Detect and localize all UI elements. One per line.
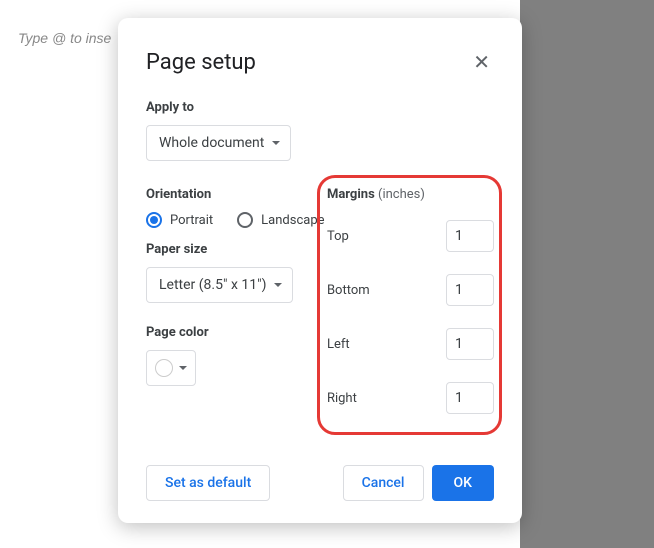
orientation-label: Orientation (146, 187, 327, 202)
page-color-label: Page color (146, 325, 327, 340)
chevron-down-icon (274, 283, 282, 287)
paper-size-dropdown[interactable]: Letter (8.5" x 11") (146, 267, 293, 303)
close-icon[interactable]: ✕ (469, 48, 494, 76)
landscape-label: Landscape (261, 213, 324, 228)
color-swatch-icon (155, 359, 173, 377)
dialog-title: Page setup (146, 50, 256, 75)
portrait-label: Portrait (170, 213, 213, 228)
paper-size-value: Letter (8.5" x 11") (159, 277, 266, 293)
margin-right-label: Right (327, 391, 357, 406)
dialog-header: Page setup ✕ (118, 18, 522, 84)
portrait-radio[interactable]: Portrait (146, 212, 213, 228)
cancel-button[interactable]: Cancel (343, 465, 424, 501)
margin-left-label: Left (327, 337, 350, 352)
chevron-down-icon (179, 366, 187, 370)
radio-icon (146, 212, 162, 228)
apply-to-dropdown[interactable]: Whole document (146, 125, 291, 161)
page-setup-dialog: Page setup ✕ Apply to Whole document Ori… (118, 18, 522, 523)
paper-size-label: Paper size (146, 242, 327, 257)
margin-bottom-input[interactable] (446, 274, 494, 306)
margin-bottom-label: Bottom (327, 283, 370, 298)
margin-top-label: Top (327, 229, 349, 244)
landscape-radio[interactable]: Landscape (237, 212, 324, 228)
ok-button[interactable]: OK (432, 465, 495, 501)
set-default-button[interactable]: Set as default (146, 465, 270, 501)
apply-to-label: Apply to (146, 100, 494, 115)
page-color-dropdown[interactable] (146, 350, 196, 386)
margin-left-input[interactable] (446, 328, 494, 360)
margin-top-input[interactable] (446, 220, 494, 252)
margin-right-input[interactable] (446, 382, 494, 414)
radio-icon (237, 212, 253, 228)
orientation-group: Portrait Landscape (146, 212, 327, 228)
margins-label: Margins (inches) (327, 187, 494, 202)
chevron-down-icon (272, 141, 280, 145)
dialog-footer: Set as default Cancel OK (118, 453, 522, 523)
dialog-body: Apply to Whole document Orientation Port… (118, 84, 522, 453)
apply-to-value: Whole document (159, 135, 264, 151)
